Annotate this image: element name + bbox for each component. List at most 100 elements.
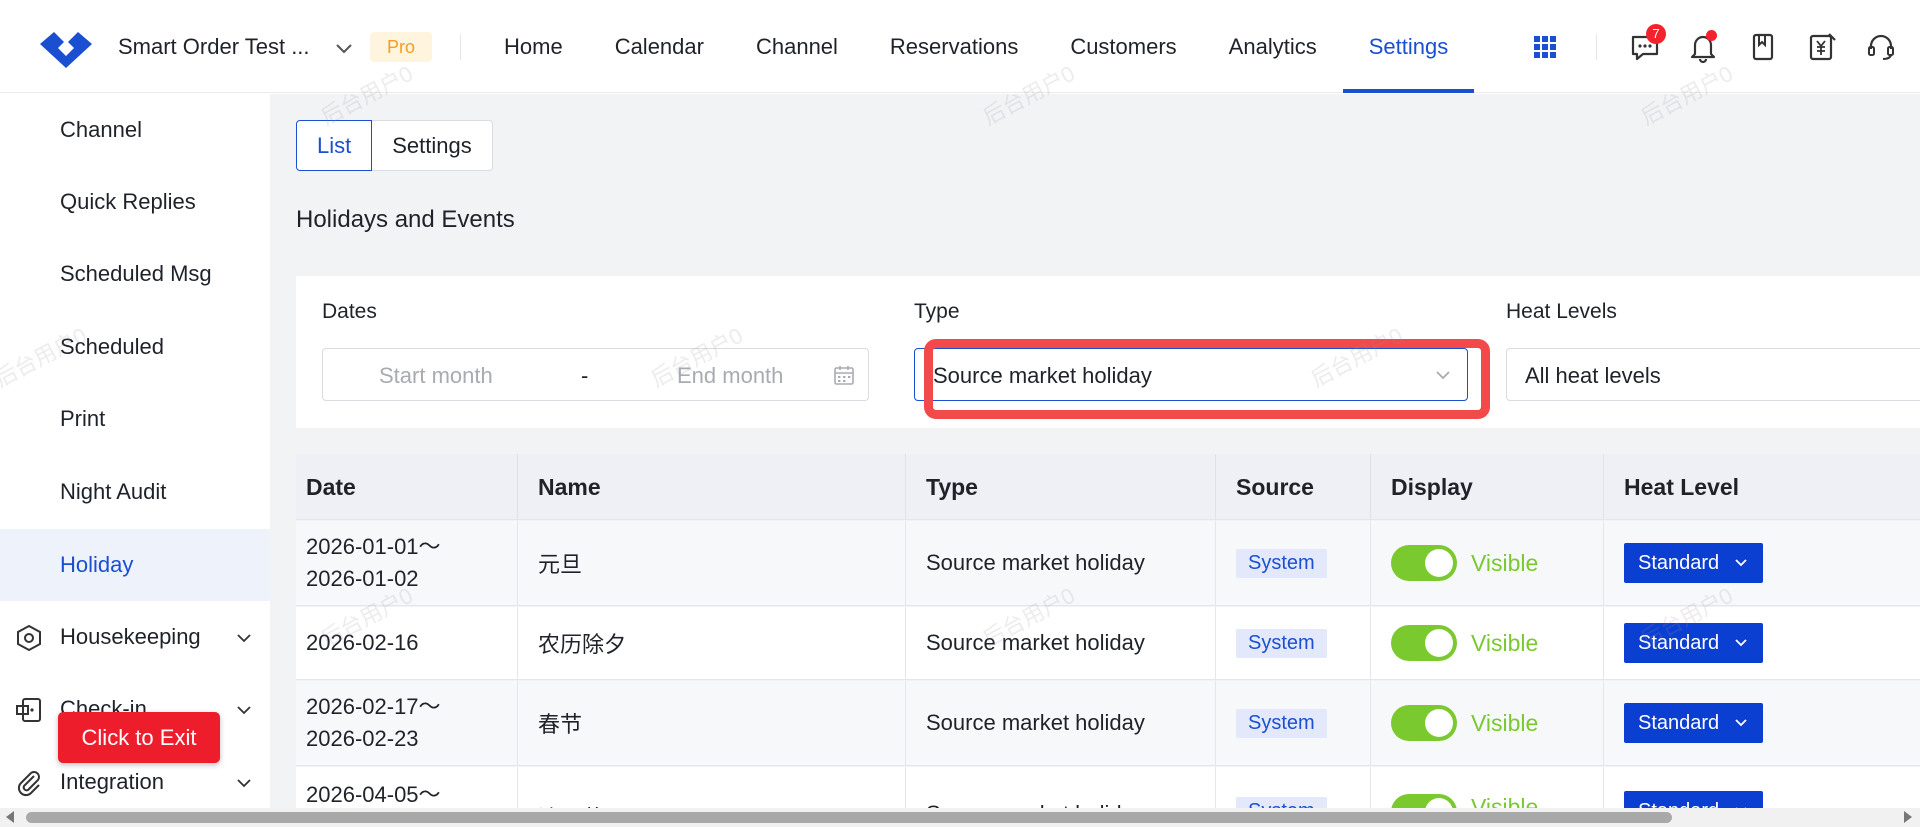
date-cell: 2026-04-05～	[296, 767, 518, 808]
sidebar-item-night-audit[interactable]: Night Audit	[0, 456, 270, 528]
nav-customers[interactable]: Customers	[1044, 0, 1202, 93]
name-cell: 农历除夕	[518, 607, 906, 679]
table-row[interactable]: 2026-01-01～ 2026-01-02 元旦 Source market h…	[296, 521, 1920, 606]
divider	[1596, 34, 1597, 60]
payment-icon[interactable]	[1805, 30, 1839, 64]
horizontal-scrollbar[interactable]	[0, 808, 1920, 827]
chevron-down-icon[interactable]	[332, 36, 356, 60]
source-cell: System	[1216, 767, 1371, 808]
housekeeping-icon	[17, 624, 41, 652]
date-range-picker[interactable]: Start month - End month	[322, 348, 869, 401]
type-cell: Source market holiday	[906, 521, 1216, 605]
pro-badge: Pro	[370, 32, 432, 62]
source-tag: System	[1236, 708, 1327, 738]
end-month-input[interactable]: End month	[677, 363, 783, 389]
view-tabs: List Settings	[296, 120, 493, 171]
date-start: 2026-02-17～	[306, 694, 441, 719]
calendar-icon	[834, 366, 854, 385]
type-cell: Source market holiday	[906, 681, 1216, 765]
name-cell: 清明节	[518, 767, 906, 808]
heat-level-dropdown[interactable]: Standard	[1624, 543, 1764, 583]
check-in-icon	[16, 698, 41, 722]
date-cell: 2026-02-17～ 2026-02-23	[296, 681, 518, 765]
sidebar-item-scheduled[interactable]: Scheduled	[0, 311, 270, 383]
scrollbar-thumb[interactable]	[26, 812, 1672, 823]
nav-reservations[interactable]: Reservations	[864, 0, 1044, 93]
nav-analytics[interactable]: Analytics	[1203, 0, 1343, 93]
heat-levels-label: Heat Levels	[1506, 300, 1617, 323]
display-cell: Visible	[1371, 681, 1604, 765]
date-cell: 2026-01-01～ 2026-01-02	[296, 521, 518, 605]
exit-button[interactable]: Click to Exit	[58, 712, 220, 763]
start-month-input[interactable]: Start month	[379, 363, 493, 389]
chevron-down-icon	[1735, 559, 1747, 567]
scroll-left-arrow-icon[interactable]	[6, 811, 14, 823]
bookmark-icon[interactable]	[1746, 30, 1780, 64]
sidebar-item-holiday[interactable]: Holiday	[0, 529, 270, 601]
nav-calendar[interactable]: Calendar	[589, 0, 730, 93]
heat-level-dropdown[interactable]: Standard	[1624, 791, 1764, 808]
display-toggle[interactable]	[1391, 625, 1457, 661]
heat-cell: Standard	[1604, 681, 1920, 765]
display-toggle[interactable]	[1391, 794, 1457, 808]
chevron-down-icon	[1735, 639, 1747, 647]
column-header-date[interactable]: Date	[296, 454, 518, 520]
column-header-source[interactable]: Source	[1216, 454, 1371, 520]
notification-dot	[1706, 30, 1717, 41]
display-status: Visible	[1471, 794, 1539, 808]
sidebar-item-print[interactable]: Print	[0, 383, 270, 455]
app-logo-icon[interactable]	[36, 24, 96, 70]
display-toggle[interactable]	[1391, 545, 1457, 581]
column-header-heat-level[interactable]: Heat Level	[1604, 454, 1920, 520]
sidebar-item-channel[interactable]: Channel	[0, 94, 270, 166]
display-status: Visible	[1471, 549, 1539, 576]
app-name[interactable]: Smart Order Test ...	[118, 34, 310, 60]
source-cell: System	[1216, 521, 1371, 605]
source-cell: System	[1216, 681, 1371, 765]
scroll-right-arrow-icon[interactable]	[1904, 811, 1912, 823]
main-nav: Home Calendar Channel Reservations Custo…	[478, 0, 1474, 93]
highlight-box	[924, 339, 1490, 419]
heat-cell: Standard	[1604, 607, 1920, 679]
sidebar-group-housekeeping[interactable]: Housekeeping	[0, 601, 270, 673]
sidebar-item-quick-replies[interactable]: Quick Replies	[0, 166, 270, 238]
column-header-type[interactable]: Type	[906, 454, 1216, 520]
table-header: Date Name Type Source Display Heat Level	[296, 454, 1920, 520]
date-start: 2026-02-16	[306, 630, 419, 655]
table-row[interactable]: 2026-02-17～ 2026-02-23 春节 Source market h…	[296, 681, 1920, 766]
display-cell: Visible	[1371, 521, 1604, 605]
nav-home[interactable]: Home	[478, 0, 589, 93]
source-tag: System	[1236, 797, 1327, 808]
nav-settings[interactable]: Settings	[1342, 0, 1475, 93]
headset-support-icon[interactable]	[1864, 30, 1898, 64]
paperclip-icon	[17, 771, 40, 797]
heat-level-value: Standard	[1638, 712, 1720, 734]
tab-list[interactable]: List	[296, 120, 373, 171]
apps-grid-icon[interactable]	[1528, 30, 1562, 64]
divider	[460, 34, 461, 60]
nav-channel[interactable]: Channel	[730, 0, 864, 93]
name-cell: 元旦	[518, 521, 906, 605]
date-end: 2026-02-23	[306, 726, 419, 751]
display-status: Visible	[1471, 629, 1539, 656]
display-toggle[interactable]	[1391, 705, 1457, 741]
column-header-display[interactable]: Display	[1371, 454, 1604, 520]
type-cell: Source market holiday	[906, 767, 1216, 808]
display-status: Visible	[1471, 709, 1539, 736]
heat-level-dropdown[interactable]: Standard	[1624, 703, 1764, 743]
heat-level-select-value: All heat levels	[1525, 363, 1661, 388]
tab-settings[interactable]: Settings	[372, 120, 493, 171]
heat-level-select[interactable]: All heat levels	[1506, 348, 1920, 401]
table-row[interactable]: 2026-04-05～ 清明节 Source market holiday Sy…	[296, 767, 1920, 808]
table-row[interactable]: 2026-02-16 农历除夕 Source market holiday Sy…	[296, 607, 1920, 680]
heat-level-dropdown[interactable]: Standard	[1624, 623, 1764, 663]
message-count-badge: 7	[1646, 24, 1666, 44]
heat-level-value: Standard	[1638, 552, 1720, 574]
chevron-down-icon	[237, 779, 251, 788]
display-cell: Visible	[1371, 607, 1604, 679]
chevron-down-icon	[237, 706, 251, 715]
type-label: Type	[914, 300, 960, 323]
column-header-name[interactable]: Name	[518, 454, 906, 520]
sidebar: Channel Quick Replies Scheduled Msg Sche…	[0, 94, 270, 808]
sidebar-item-scheduled-msg[interactable]: Scheduled Msg	[0, 238, 270, 310]
